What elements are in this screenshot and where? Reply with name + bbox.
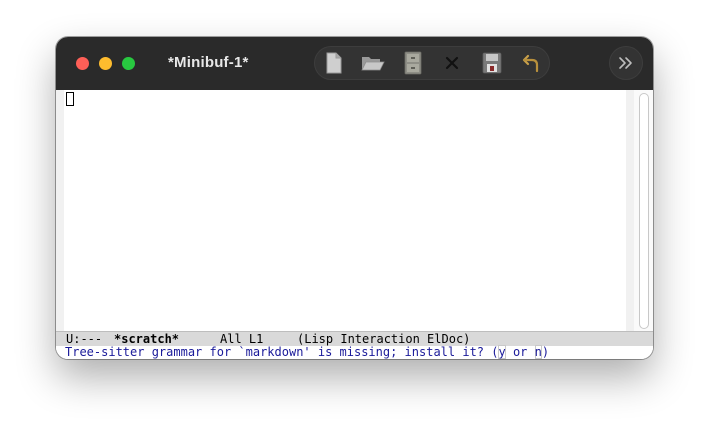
toolbar-overflow-button[interactable]: [609, 46, 643, 80]
new-file-button[interactable]: [321, 51, 347, 75]
modeline-modes[interactable]: (Lisp Interaction ElDoc): [297, 332, 470, 346]
left-fringe: [56, 90, 64, 331]
kill-buffer-button[interactable]: [439, 51, 465, 75]
close-x-icon: [445, 56, 459, 70]
yes-key: y: [498, 345, 506, 359]
no-key: n: [534, 345, 542, 359]
emacs-window: *Minibuf-1* U:--- *scratch* All L1 (Lisp…: [56, 37, 653, 359]
text-cursor: [66, 92, 74, 106]
file-cabinet-icon: [404, 51, 422, 75]
double-chevron-right-icon: [619, 57, 632, 69]
save-disk-icon: [482, 52, 502, 74]
vertical-scrollbar[interactable]: [634, 90, 653, 331]
undo-arrow-icon: [522, 54, 539, 73]
open-folder-icon: [361, 57, 385, 71]
modeline-position: All L1: [220, 332, 264, 346]
toolbar: [314, 46, 550, 80]
prompt-close: ): [541, 345, 550, 359]
emacs-frame: U:--- *scratch* All L1 (Lisp Interaction…: [56, 90, 653, 359]
new-file-icon: [326, 52, 342, 74]
minibuffer-prompt: Tree-sitter grammar for `markdown' is mi…: [65, 346, 549, 359]
scrollbar-thumb[interactable]: [639, 93, 649, 329]
prompt-separator: or: [505, 345, 535, 359]
mode-line[interactable]: U:--- *scratch* All L1 (Lisp Interaction…: [56, 331, 653, 346]
right-fringe: [626, 90, 634, 331]
window-title: *Minibuf-1*: [168, 54, 249, 71]
save-button[interactable]: [479, 51, 505, 75]
modeline-status: U:---: [66, 332, 103, 346]
open-file-button[interactable]: [360, 51, 386, 75]
buffer-text-area[interactable]: [64, 90, 626, 331]
modeline-buffer-name[interactable]: *scratch*: [114, 332, 179, 346]
undo-button[interactable]: [518, 51, 544, 75]
dired-button[interactable]: [400, 51, 426, 75]
minibuffer[interactable]: Tree-sitter grammar for `markdown' is mi…: [56, 346, 653, 359]
zoom-window-button[interactable]: [122, 57, 135, 70]
title-bar[interactable]: *Minibuf-1*: [56, 37, 653, 90]
close-window-button[interactable]: [76, 57, 89, 70]
minimize-window-button[interactable]: [99, 57, 112, 70]
prompt-text: Tree-sitter grammar for `markdown' is mi…: [65, 345, 499, 359]
